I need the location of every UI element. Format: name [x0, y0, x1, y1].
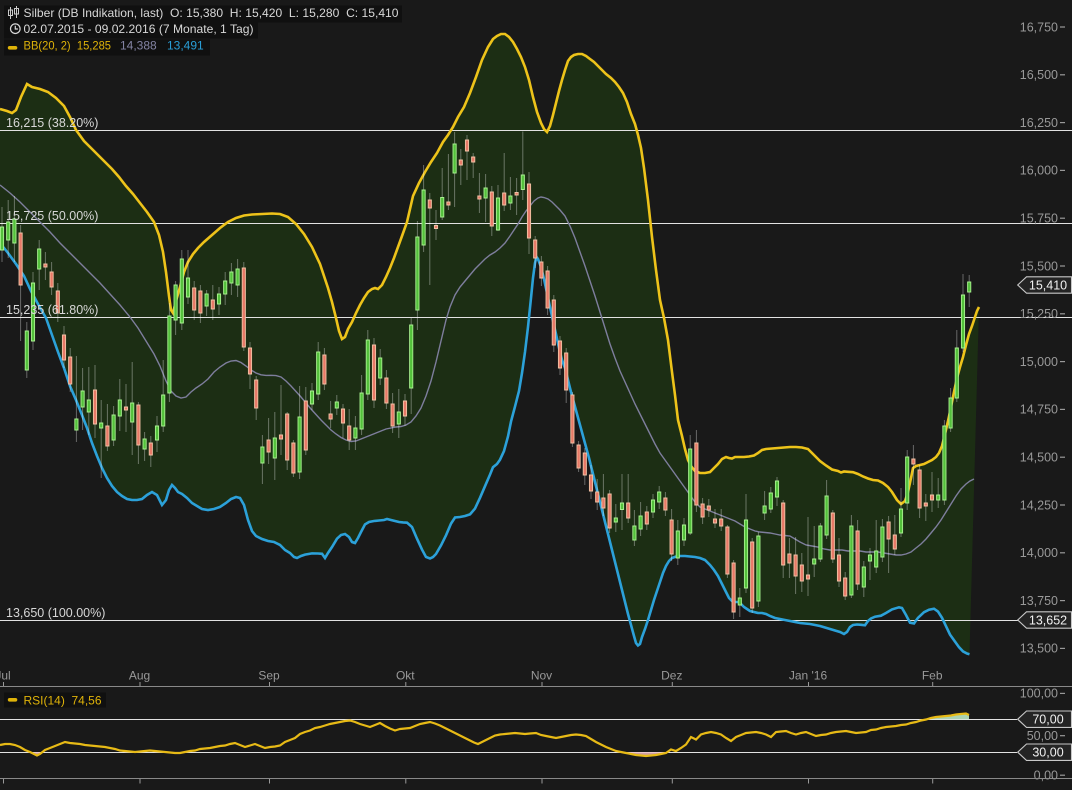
svg-text:13,500: 13,500 [1020, 642, 1058, 656]
svg-text:15,235 (61.80%): 15,235 (61.80%) [6, 303, 98, 317]
svg-text:Jan '16: Jan '16 [789, 669, 828, 683]
svg-text:Jul: Jul [0, 669, 11, 683]
svg-text:Okt: Okt [396, 669, 415, 683]
svg-text:15,500: 15,500 [1020, 259, 1058, 273]
svg-text:Nov: Nov [531, 669, 552, 683]
svg-text:14,388: 14,388 [120, 39, 157, 53]
svg-text:16,250: 16,250 [1020, 116, 1058, 130]
svg-text:13,491: 13,491 [167, 39, 204, 53]
svg-text:Silber (DB Indikation, last): Silber (DB Indikation, last) O: 15,380 H… [24, 6, 399, 20]
svg-text:0,00: 0,00 [1034, 769, 1058, 783]
svg-text:14,250: 14,250 [1020, 498, 1058, 512]
svg-text:100,00: 100,00 [1020, 687, 1058, 701]
svg-text:Dez: Dez [661, 669, 682, 683]
svg-text:16,000: 16,000 [1020, 164, 1058, 178]
svg-text:Feb: Feb [922, 669, 943, 683]
svg-text:16,215 (38.20%): 16,215 (38.20%) [6, 116, 98, 130]
svg-text:15,725 (50.00%): 15,725 (50.00%) [6, 209, 98, 223]
svg-text:16,750: 16,750 [1020, 20, 1058, 34]
svg-text:14,500: 14,500 [1020, 451, 1058, 465]
svg-text:15,000: 15,000 [1020, 355, 1058, 369]
svg-text:RSI(14) 74,56: RSI(14) 74,56 [24, 694, 102, 708]
svg-text:13,650 (100.00%): 13,650 (100.00%) [6, 606, 105, 620]
svg-text:16,500: 16,500 [1020, 68, 1058, 82]
svg-text:13,652: 13,652 [1029, 614, 1067, 628]
svg-text:15,250: 15,250 [1020, 307, 1058, 321]
svg-text:30,00: 30,00 [1032, 746, 1063, 760]
svg-text:13,750: 13,750 [1020, 594, 1058, 608]
svg-text:02.07.2015 - 09.02.2016 (7 Mon: 02.07.2015 - 09.02.2016 (7 Monate, 1 Tag… [24, 22, 254, 36]
svg-text:15,750: 15,750 [1020, 212, 1058, 226]
svg-text:Aug: Aug [129, 669, 150, 683]
svg-text:50,00: 50,00 [1027, 729, 1058, 743]
svg-text:15,410: 15,410 [1029, 279, 1067, 293]
svg-text:Sep: Sep [258, 669, 280, 683]
svg-text:70,00: 70,00 [1032, 713, 1063, 727]
svg-text:14,000: 14,000 [1020, 546, 1058, 560]
svg-text:BB(20, 2) 15,285: BB(20, 2) 15,285 [24, 39, 112, 53]
svg-text:14,750: 14,750 [1020, 403, 1058, 417]
